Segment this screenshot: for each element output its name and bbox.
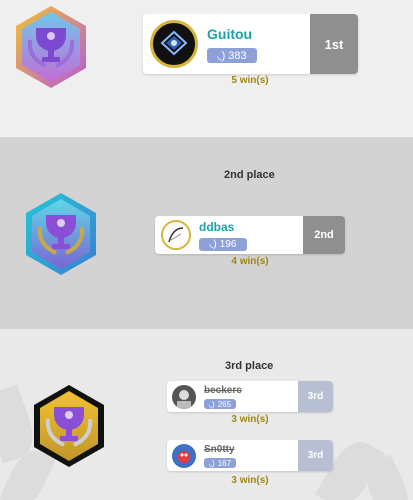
elo-icon: ◟)	[217, 50, 226, 62]
win-count: 3 win(s)	[231, 475, 269, 486]
second-place-section: 2nd place ddbas ◟) 196 2nd 4 win(s)	[0, 137, 413, 329]
player-name[interactable]: Sn0tty	[204, 444, 235, 455]
player-name[interactable]: beckerc	[204, 385, 242, 396]
rank-box: 1st	[310, 14, 358, 74]
trophy-badge-gold-icon	[16, 6, 86, 88]
elo-badge: ◟) 196	[199, 238, 247, 251]
rank-label: 1st	[324, 36, 344, 52]
rank-label: 3rd	[307, 391, 324, 402]
elo-icon: ◟)	[209, 239, 217, 250]
win-count: 3 win(s)	[231, 414, 269, 425]
place-title: 2nd place	[224, 169, 275, 181]
player-name[interactable]: Guitou	[207, 26, 252, 42]
win-count: 4 win(s)	[231, 256, 269, 267]
trophy-badge-black-icon	[34, 385, 104, 467]
first-place-card[interactable]: Guitou ◟) 383 1st	[143, 14, 358, 74]
third-place-card[interactable]: beckerc ◟) 265 3rd	[167, 381, 333, 412]
second-place-card[interactable]: ddbas ◟) 196 2nd	[155, 216, 345, 254]
elo-value: 265	[217, 399, 232, 409]
elo-icon: ◟)	[208, 458, 215, 468]
elo-icon: ◟)	[208, 399, 215, 409]
player-avatar	[150, 20, 198, 68]
elo-value: 167	[217, 458, 232, 468]
elo-badge: ◟) 265	[204, 399, 236, 409]
place-title: 3rd place	[225, 360, 274, 372]
rank-box: 3rd	[298, 381, 333, 412]
first-place-section: Guitou ◟) 383 1st 5 win(s)	[0, 0, 413, 137]
player-avatar	[172, 385, 196, 409]
rank-box: 3rd	[298, 440, 333, 471]
third-place-card[interactable]: Sn0tty ◟) 167 3rd	[167, 440, 333, 471]
elo-value: 383	[228, 49, 247, 62]
elo-badge: ◟) 167	[204, 458, 236, 468]
player-avatar	[172, 444, 196, 468]
third-place-section: 3rd place beckerc ◟) 265 3rd 3 win(s) Sn…	[0, 329, 413, 500]
elo-badge: ◟) 383	[207, 48, 257, 63]
player-avatar	[161, 220, 191, 250]
rank-label: 2nd	[314, 229, 334, 241]
elo-value: 196	[219, 239, 237, 250]
rank-box: 2nd	[303, 216, 345, 254]
trophy-badge-teal-icon	[26, 193, 96, 275]
player-name[interactable]: ddbas	[199, 220, 234, 234]
rank-label: 3rd	[307, 450, 324, 461]
win-count: 5 win(s)	[231, 75, 269, 86]
